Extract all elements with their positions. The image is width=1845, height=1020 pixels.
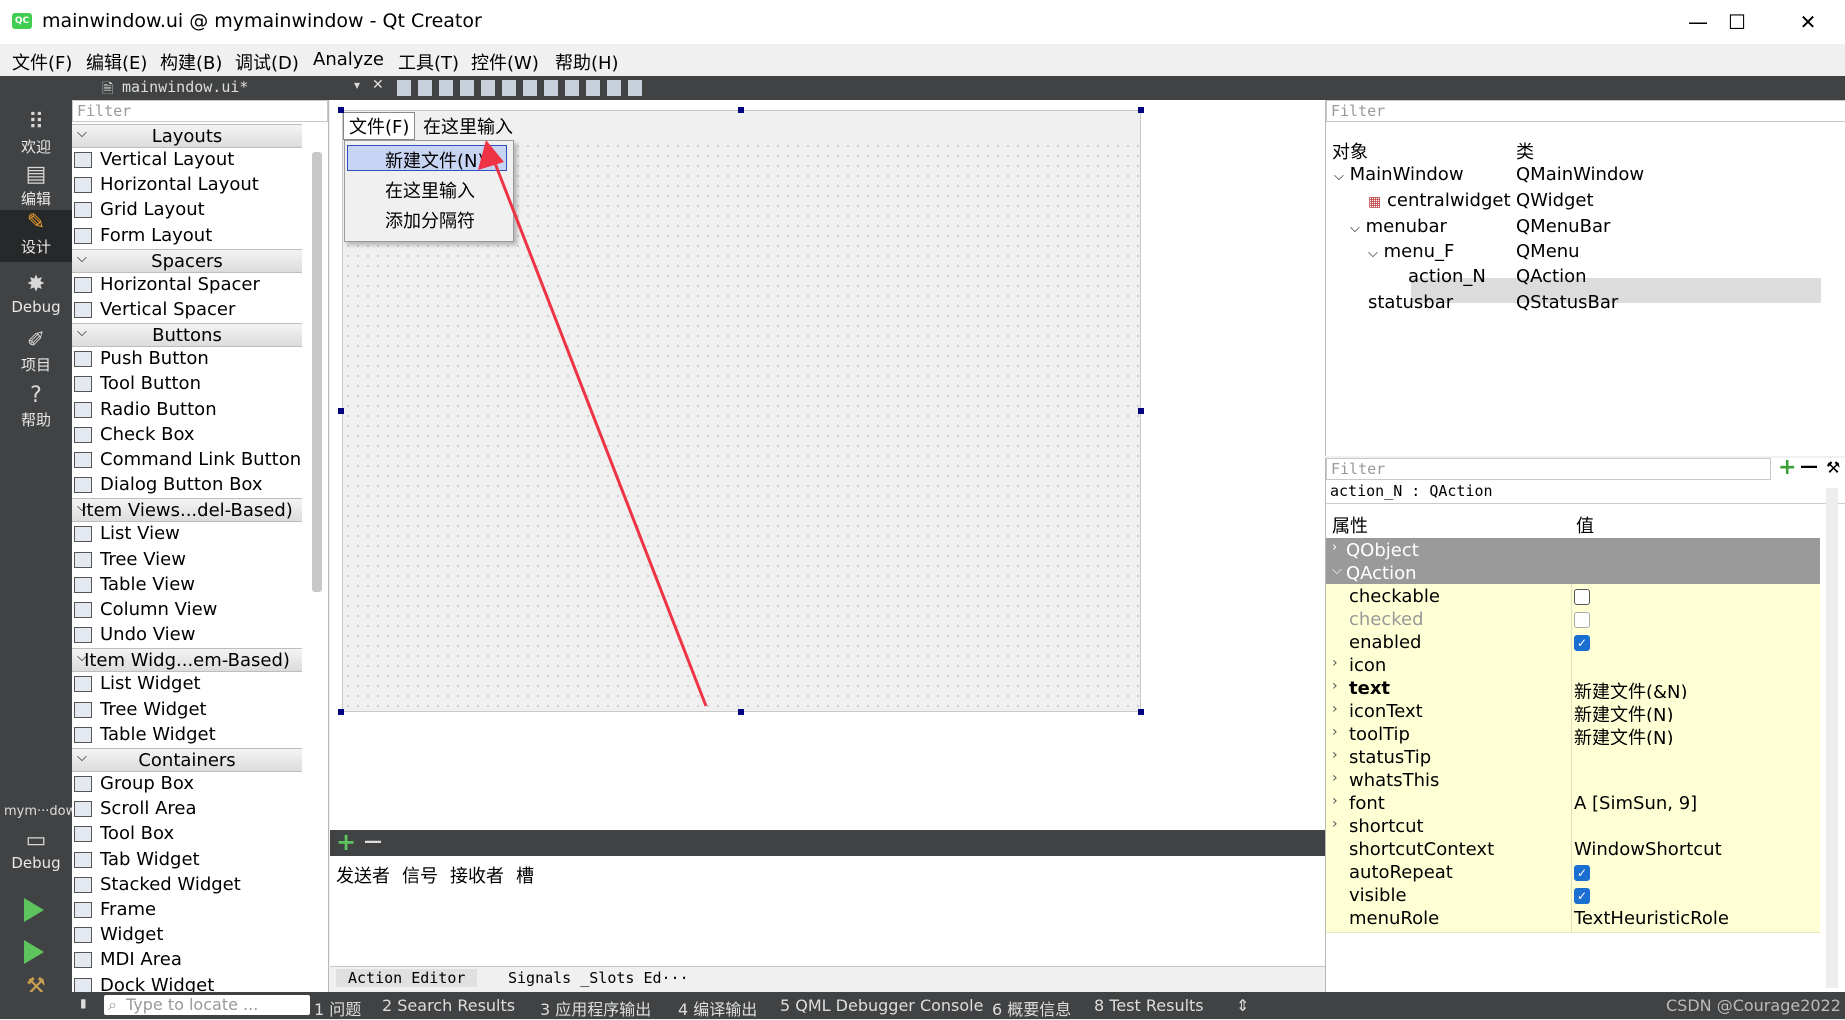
- output-pane-issues[interactable]: 1 问题: [314, 996, 361, 1020]
- add-property-icon[interactable]: +: [1778, 455, 1796, 480]
- signal-slot-table: 发送者 信号 接收者 槽: [330, 856, 1325, 966]
- expand-icon[interactable]: ›: [1332, 793, 1338, 809]
- property-value[interactable]: WindowShortcut: [1574, 839, 1722, 860]
- expand-icon[interactable]: ›: [1332, 701, 1338, 717]
- more-panes-icon[interactable]: ⇕: [1236, 996, 1249, 1015]
- output-pane-general[interactable]: 6 概要信息: [992, 996, 1071, 1020]
- tab-signals-slots[interactable]: Signals _Slots Ed···: [508, 969, 689, 987]
- property-editor: Filter + — ⚒ action_N : QAction 属性 值 › QO…: [1325, 455, 1845, 992]
- output-pane-application[interactable]: 3 应用程序输出: [540, 996, 651, 1020]
- property-name: icon: [1349, 655, 1387, 676]
- remove-property-icon[interactable]: —: [1800, 456, 1818, 477]
- property-checkbox[interactable]: ✓: [1574, 888, 1590, 904]
- output-pane-qml[interactable]: 5 QML Debugger Console: [780, 996, 983, 1015]
- tree-row[interactable]: statusbar: [1368, 292, 1453, 317]
- remove-connection-icon[interactable]: —: [364, 831, 382, 852]
- property-name: visible: [1349, 885, 1407, 906]
- property-group-label: QObject: [1346, 540, 1419, 561]
- header-class: 类: [1516, 142, 1534, 163]
- property-checkbox[interactable]: ✓: [1574, 865, 1590, 881]
- column-slot[interactable]: 槽: [516, 862, 534, 888]
- header-object: 对象: [1332, 142, 1368, 163]
- tree-row-class: QAction: [1516, 266, 1587, 287]
- property-value[interactable]: A [SimSun, 9]: [1574, 793, 1697, 814]
- expand-icon[interactable]: ›: [1332, 655, 1338, 671]
- widget-icon: ▦: [1368, 194, 1382, 210]
- output-pane-search[interactable]: 2 Search Results: [382, 996, 515, 1015]
- property-rows: › QObject ⌵ QAction checkable checked enabled ✓…: [1326, 538, 1845, 992]
- tree-row[interactable]: ⌵ menubar: [1350, 216, 1447, 241]
- property-name: shortcut: [1349, 816, 1424, 837]
- column-receiver[interactable]: 接收者: [450, 862, 504, 888]
- property-filter-input[interactable]: Filter: [1326, 458, 1771, 480]
- property-checkbox[interactable]: [1574, 612, 1590, 628]
- output-pane-tests[interactable]: 8 Test Results: [1094, 996, 1204, 1015]
- header-value: 值: [1576, 516, 1594, 537]
- property-name: font: [1349, 793, 1385, 814]
- column-signal[interactable]: 信号: [402, 862, 438, 888]
- property-name: checkable: [1349, 586, 1440, 607]
- expand-icon[interactable]: ›: [1332, 724, 1338, 740]
- property-name: toolTip: [1349, 724, 1410, 745]
- property-checkbox[interactable]: ✓: [1574, 635, 1590, 651]
- column-sender[interactable]: 发送者: [336, 862, 390, 888]
- sidebar-toggle-icon[interactable]: ▮: [80, 996, 87, 1010]
- property-object-label: action_N : QAction: [1326, 482, 1845, 504]
- tab-action-editor[interactable]: Action Editor: [336, 969, 478, 987]
- add-connection-icon[interactable]: +: [336, 828, 356, 856]
- property-row[interactable]: menuRole TextHeuristicRole: [1326, 906, 1820, 933]
- tree-row-class: QMenuBar: [1516, 216, 1611, 237]
- tree-row-class: QMainWindow: [1516, 164, 1645, 185]
- property-name: checked: [1349, 609, 1424, 630]
- property-name: text: [1349, 678, 1391, 699]
- tree-row[interactable]: ⌵ menu_F: [1368, 241, 1454, 266]
- wrench-icon[interactable]: ⚒: [1826, 458, 1840, 477]
- tree-row[interactable]: ⌵ MainWindow: [1334, 164, 1464, 189]
- property-name: autoRepeat: [1349, 862, 1453, 883]
- property-scrollbar[interactable]: [1826, 488, 1838, 988]
- locator-input[interactable]: ⌕ Type to locate ...: [104, 995, 310, 1015]
- object-filter-input[interactable]: Filter: [1326, 100, 1845, 122]
- property-value[interactable]: TextHeuristicRole: [1574, 908, 1729, 929]
- chevron-icon: ›: [1332, 540, 1338, 555]
- property-name: menuRole: [1349, 908, 1440, 929]
- object-inspector: Filter 对象 类 ⌵ MainWindow QMainWindow ▦ c…: [1325, 100, 1845, 456]
- watermark: CSDN @Courage2022: [1666, 996, 1841, 1015]
- signal-slot-toolbar: + —: [330, 828, 1325, 856]
- locator-placeholder: Type to locate ...: [126, 995, 259, 1014]
- header-property: 属性: [1332, 516, 1368, 537]
- chevron-icon: ⌵: [1332, 563, 1342, 578]
- search-icon: ⌕: [108, 995, 117, 1014]
- tree-row-class: QStatusBar: [1516, 292, 1619, 313]
- bottom-tab-bar: Action Editor Signals _Slots Ed···: [330, 966, 1325, 993]
- property-name: iconText: [1349, 701, 1423, 722]
- expand-icon[interactable]: ›: [1332, 816, 1338, 832]
- property-name: whatsThis: [1349, 770, 1440, 791]
- property-group-label: QAction: [1346, 563, 1417, 584]
- property-name: shortcutContext: [1349, 839, 1495, 860]
- expand-icon[interactable]: ›: [1332, 747, 1338, 763]
- property-name: enabled: [1349, 632, 1422, 653]
- tree-row[interactable]: action_N: [1408, 266, 1486, 291]
- tree-row-class: QWidget: [1516, 190, 1594, 211]
- tree-row-class: QMenu: [1516, 241, 1580, 262]
- output-pane-compile[interactable]: 4 编译输出: [678, 996, 757, 1020]
- property-checkbox[interactable]: [1574, 589, 1590, 605]
- expand-icon[interactable]: ›: [1332, 678, 1338, 694]
- property-name: statusTip: [1349, 747, 1432, 768]
- expand-icon[interactable]: ›: [1332, 770, 1338, 786]
- tree-row[interactable]: ▦ centralwidget: [1368, 190, 1511, 215]
